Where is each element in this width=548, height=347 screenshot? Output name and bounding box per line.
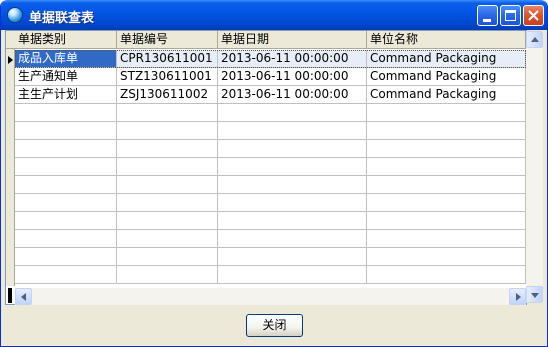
scroll-left-button[interactable] (15, 288, 32, 305)
row-indicator-column (6, 31, 15, 286)
empty-cell[interactable] (117, 266, 218, 284)
maximize-button[interactable] (500, 5, 521, 26)
empty-table-row[interactable] (15, 266, 526, 284)
empty-cell[interactable] (367, 212, 526, 230)
empty-table-row[interactable] (15, 122, 526, 140)
empty-cell[interactable] (15, 140, 117, 158)
window-title: 单据联查表 (29, 11, 95, 26)
scroll-down-button[interactable] (526, 286, 543, 303)
empty-cell[interactable] (15, 212, 117, 230)
grid-header: 单据类别 单据编号 单据日期 单位名称 (6, 31, 526, 49)
empty-cell[interactable] (117, 158, 218, 176)
horizontal-scrollbar[interactable] (15, 288, 526, 305)
close-button[interactable]: 关闭 (246, 314, 303, 337)
cell-company[interactable]: Command Packaging (367, 86, 526, 104)
cell-company[interactable]: Command Packaging (367, 68, 526, 86)
empty-cell[interactable] (218, 212, 367, 230)
vertical-scrollbar[interactable] (526, 31, 543, 303)
empty-table-row[interactable] (15, 194, 526, 212)
empty-table-row[interactable] (15, 176, 526, 194)
data-grid[interactable]: 单据类别 单据编号 单据日期 单位名称 成品入库单 CPR130611001 2… (5, 30, 543, 305)
cell-type[interactable]: 生产通知单 (15, 68, 117, 86)
cell-type[interactable]: 主生产计划 (15, 86, 117, 104)
table-row[interactable]: 主生产计划 ZSJ130611002 2013-06-11 00:00:00 C… (15, 86, 526, 104)
empty-cell[interactable] (367, 230, 526, 248)
cell-company[interactable]: Command Packaging (367, 50, 526, 68)
scroll-down-icon (531, 293, 539, 298)
empty-cell[interactable] (15, 194, 117, 212)
empty-cell[interactable] (117, 104, 218, 122)
empty-cell[interactable] (218, 194, 367, 212)
empty-cell[interactable] (218, 248, 367, 266)
empty-cell[interactable] (218, 176, 367, 194)
scroll-up-icon (531, 37, 539, 42)
empty-cell[interactable] (367, 194, 526, 212)
empty-cell[interactable] (117, 140, 218, 158)
empty-table-row[interactable] (15, 248, 526, 266)
empty-cell[interactable] (367, 158, 526, 176)
empty-cell[interactable] (117, 194, 218, 212)
vertical-scroll-track[interactable] (526, 31, 543, 303)
empty-cell[interactable] (218, 266, 367, 284)
empty-cell[interactable] (218, 230, 367, 248)
empty-cell[interactable] (117, 230, 218, 248)
row-pointer-icon (8, 56, 13, 64)
empty-cell[interactable] (15, 158, 117, 176)
empty-cell[interactable] (218, 158, 367, 176)
scroll-up-button[interactable] (526, 31, 543, 48)
empty-cell[interactable] (367, 248, 526, 266)
empty-cell[interactable] (117, 122, 218, 140)
empty-table-row[interactable] (15, 158, 526, 176)
empty-cell[interactable] (367, 122, 526, 140)
empty-cell[interactable] (15, 104, 117, 122)
minimize-icon (483, 19, 491, 22)
empty-cell[interactable] (15, 122, 117, 140)
cell-type[interactable]: 成品入库单 (15, 50, 117, 68)
empty-table-row[interactable] (15, 212, 526, 230)
cell-date[interactable]: 2013-06-11 00:00:00 (218, 68, 367, 86)
table-row[interactable]: 成品入库单 CPR130611001 2013-06-11 00:00:00 C… (15, 50, 526, 68)
empty-cell[interactable] (367, 176, 526, 194)
scroll-right-button[interactable] (509, 288, 526, 305)
empty-cell[interactable] (15, 230, 117, 248)
empty-cell[interactable] (367, 104, 526, 122)
empty-cell[interactable] (218, 104, 367, 122)
grid-corner-marker (8, 288, 12, 303)
app-globe-icon (7, 7, 23, 23)
cell-number[interactable]: CPR130611001 (117, 50, 218, 68)
column-header-type[interactable]: 单据类别 (15, 31, 117, 49)
document-link-window: 单据联查表 单据类别 单据编号 单据日期 单位名称 成品入库单 CPR13061… (0, 0, 548, 347)
column-header-number[interactable]: 单据编号 (117, 31, 218, 49)
empty-table-row[interactable] (15, 104, 526, 122)
cell-number[interactable]: STZ130611001 (117, 68, 218, 86)
empty-cell[interactable] (218, 122, 367, 140)
empty-cell[interactable] (117, 212, 218, 230)
maximize-icon (505, 10, 516, 21)
scroll-right-icon (516, 293, 521, 301)
empty-cell[interactable] (15, 176, 117, 194)
column-header-date[interactable]: 单据日期 (218, 31, 367, 49)
cell-number[interactable]: ZSJ130611002 (117, 86, 218, 104)
minimize-button[interactable] (477, 5, 498, 26)
empty-cell[interactable] (367, 140, 526, 158)
column-header-company[interactable]: 单位名称 (367, 31, 526, 49)
cell-date[interactable]: 2013-06-11 00:00:00 (218, 50, 367, 68)
titlebar[interactable]: 单据联查表 (1, 0, 547, 30)
cell-date[interactable]: 2013-06-11 00:00:00 (218, 86, 367, 104)
close-window-button[interactable] (523, 5, 544, 26)
empty-cell[interactable] (367, 266, 526, 284)
scroll-left-icon (21, 293, 26, 301)
empty-cell[interactable] (15, 248, 117, 266)
empty-cell[interactable] (218, 140, 367, 158)
table-row[interactable]: 生产通知单 STZ130611001 2013-06-11 00:00:00 C… (15, 68, 526, 86)
close-icon (528, 10, 539, 21)
empty-cell[interactable] (15, 266, 117, 284)
empty-table-row[interactable] (15, 140, 526, 158)
empty-table-row[interactable] (15, 230, 526, 248)
empty-cell[interactable] (117, 248, 218, 266)
empty-cell[interactable] (117, 176, 218, 194)
